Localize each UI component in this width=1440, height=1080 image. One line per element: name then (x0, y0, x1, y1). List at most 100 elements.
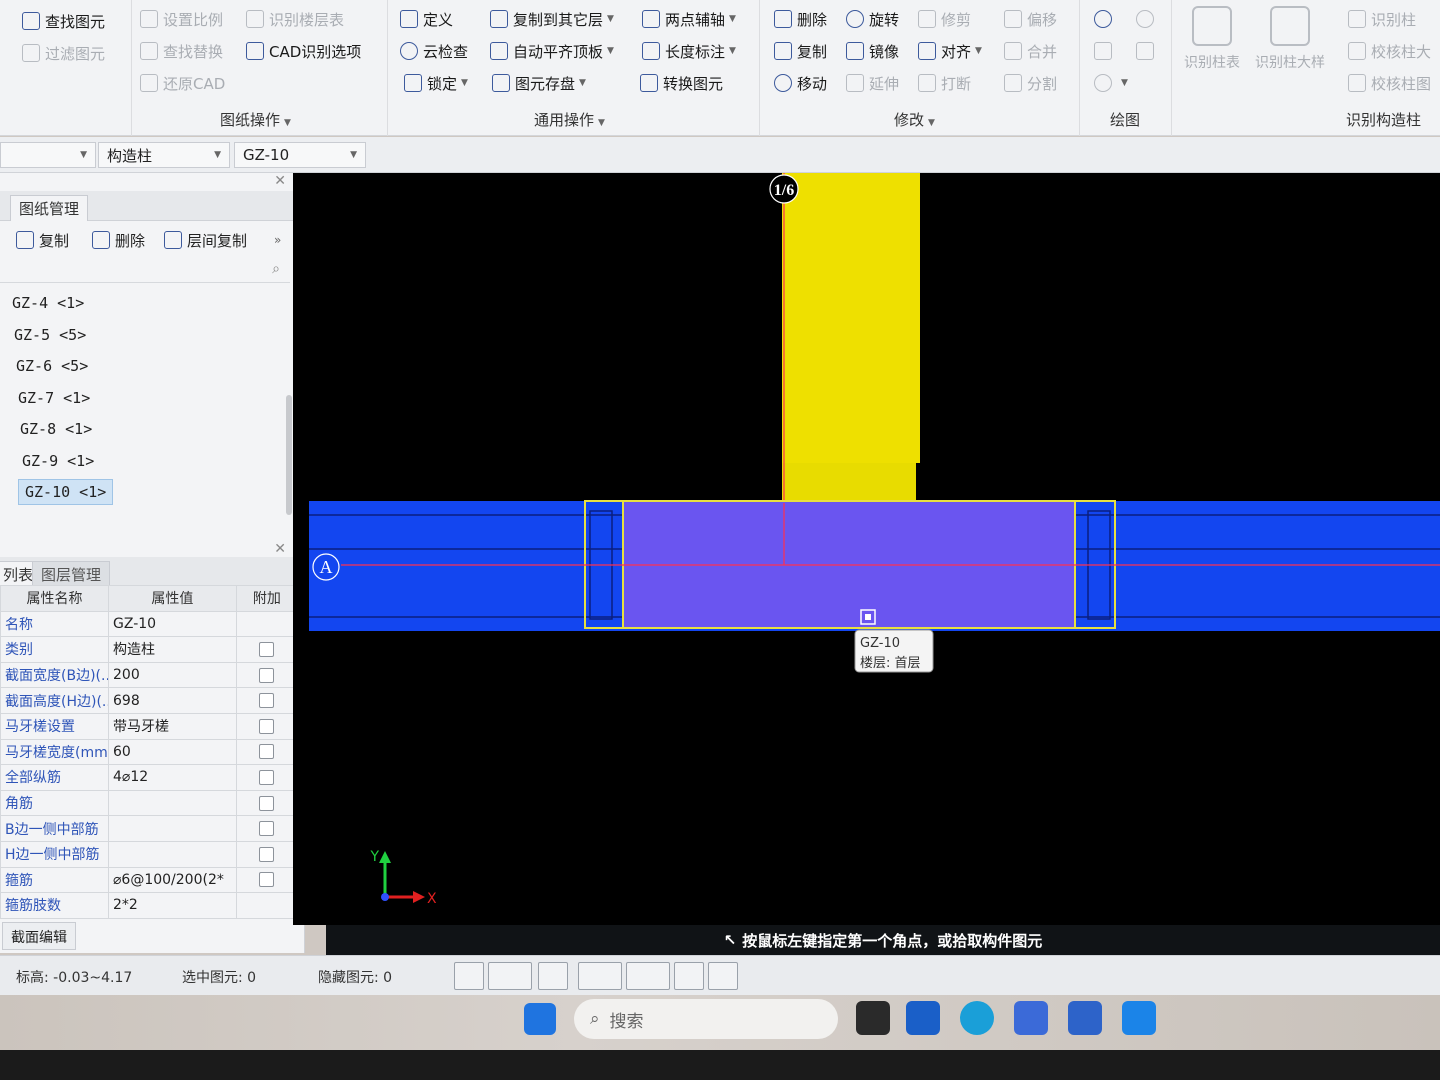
draw-circle-button[interactable] (1136, 6, 1159, 32)
delete-button[interactable]: 删除 (774, 6, 827, 32)
align-button[interactable]: 对齐 ▼ (918, 38, 982, 64)
recognize-column-table-button[interactable]: 识别柱表 (1176, 4, 1248, 80)
list-item[interactable]: GZ-8 <1> (14, 417, 98, 443)
trim-button[interactable]: 修剪 (918, 6, 971, 32)
cad-app-icon[interactable] (1014, 1001, 1048, 1035)
mirror-button[interactable]: 镜像 (846, 38, 899, 64)
snap-icon[interactable] (488, 962, 532, 990)
offset-button[interactable]: 偏移 (1004, 6, 1057, 32)
task-view-icon[interactable] (856, 1001, 890, 1035)
save-elements-button[interactable]: 图元存盘 ▼ (492, 70, 586, 96)
ortho-icon[interactable] (454, 962, 484, 990)
set-scale-button[interactable]: 设置比例 (140, 6, 223, 32)
lock-button[interactable]: 锁定 ▼ (404, 70, 468, 96)
list-item[interactable]: GZ-6 <5> (10, 354, 94, 380)
copy-drawing-button[interactable]: 复制 (16, 227, 69, 253)
floor-copy-button[interactable]: 层间复制 (164, 227, 247, 253)
list-item-selected[interactable]: GZ-10 <1> (18, 479, 114, 505)
two-point-axis-button[interactable]: 两点辅轴 ▼ (642, 6, 736, 32)
group-title-common[interactable]: 通用操作 ▼ (534, 109, 605, 130)
cloud-check-button[interactable]: 云检查 (400, 38, 468, 64)
extend-button[interactable]: 延伸 (846, 70, 899, 96)
cad-options-button[interactable]: CAD识别选项 (246, 38, 361, 64)
select-mode-icon[interactable] (674, 962, 704, 990)
add-checkbox[interactable] (259, 693, 275, 709)
draw-line-button[interactable] (1094, 38, 1117, 64)
close-icon[interactable]: ✕ (274, 541, 286, 557)
drawing-search[interactable]: ⌕ (0, 261, 290, 283)
restore-cad-button[interactable]: 还原CAD (140, 70, 225, 96)
list-item[interactable]: GZ-9 <1> (16, 449, 100, 475)
auto-align-slab-button[interactable]: 自动平齐顶板 ▼ (490, 38, 614, 64)
yellow-beam[interactable] (782, 173, 920, 463)
prop-value[interactable]: ⌀6@100/200(2* (108, 866, 237, 894)
recognize-column-detail-button[interactable]: 识别柱大样 (1254, 4, 1326, 80)
prop-value[interactable]: GZ-10 (108, 610, 237, 638)
prop-value[interactable]: 200 (108, 661, 237, 689)
prop-value[interactable] (108, 815, 237, 842)
recognize-column-button[interactable]: 识别柱 (1348, 6, 1416, 32)
t-app-icon[interactable] (1122, 1001, 1156, 1035)
delete-drawing-button[interactable]: 删除 (92, 227, 145, 253)
angle-icon[interactable] (578, 962, 622, 990)
prop-value[interactable]: 4⌀12 (108, 764, 237, 791)
dynamic-input-icon[interactable] (626, 962, 670, 990)
add-checkbox[interactable] (259, 744, 275, 760)
edge-icon[interactable] (960, 1001, 994, 1035)
prop-value[interactable] (108, 840, 237, 868)
find-replace-button[interactable]: 查找替换 (140, 38, 223, 64)
prop-value[interactable]: 60 (108, 738, 237, 766)
check-column-drawing-button[interactable]: 校核柱图 (1348, 70, 1431, 96)
merge-button[interactable]: 合并 (1004, 38, 1057, 64)
tab-layer-management[interactable]: 图层管理 (32, 561, 111, 587)
move-button[interactable]: 移动 (774, 70, 827, 96)
add-checkbox[interactable] (259, 769, 275, 785)
add-checkbox[interactable] (259, 667, 275, 683)
check-column-detail-button[interactable]: 校核柱大 (1348, 38, 1431, 64)
store-icon[interactable] (906, 1001, 940, 1035)
prop-value[interactable]: 带马牙槎 (108, 712, 237, 740)
add-checkbox[interactable] (259, 641, 275, 657)
recognize-floor-table-button[interactable]: 识别楼层表 (246, 6, 344, 32)
cancel-snap-icon[interactable] (538, 962, 568, 990)
element-type-select[interactable]: 构造柱 ▼ (98, 142, 230, 168)
group-title-modify[interactable]: 修改 ▼ (894, 109, 935, 130)
arc-mode-icon[interactable] (708, 962, 738, 990)
add-checkbox[interactable] (259, 821, 275, 837)
convert-element-button[interactable]: 转换图元 (640, 70, 723, 96)
close-icon[interactable]: ✕ (274, 173, 286, 189)
draw-point-button[interactable] (1094, 6, 1117, 32)
split-button[interactable]: 分割 (1004, 70, 1057, 96)
prop-value[interactable]: 2*2 (108, 892, 237, 919)
list-item[interactable]: GZ-4 <1> (6, 291, 90, 317)
copy-to-floor-button[interactable]: 复制到其它层 ▼ (490, 6, 614, 32)
prop-value[interactable] (108, 789, 237, 817)
copy-button[interactable]: 复制 (774, 38, 827, 64)
more-icon[interactable]: » (274, 227, 281, 253)
list-item[interactable]: GZ-7 <1> (12, 386, 96, 412)
draw-arc-button[interactable]: ▼ (1094, 70, 1128, 96)
add-checkbox[interactable] (259, 795, 275, 811)
layer-select[interactable]: ▼ (0, 142, 96, 168)
group-title-drawing[interactable]: 图纸操作 ▼ (220, 109, 291, 130)
section-edit-button[interactable]: 截面编辑 (2, 922, 76, 950)
filter-element-button[interactable]: 过滤图元 (22, 40, 105, 66)
list-item[interactable]: GZ-5 <5> (8, 323, 92, 349)
find-element-button[interactable]: 查找图元 (22, 8, 105, 34)
add-checkbox[interactable] (259, 872, 275, 888)
add-checkbox[interactable] (259, 718, 275, 734)
windows-start-icon[interactable] (524, 1003, 556, 1035)
length-dimension-button[interactable]: 长度标注 ▼ (642, 38, 736, 64)
define-button[interactable]: 定义 (400, 6, 453, 32)
taskbar-search[interactable]: ⌕ 搜索 (574, 999, 838, 1039)
rotate-button[interactable]: 旋转 (846, 6, 899, 32)
draw-rect-button[interactable] (1136, 38, 1159, 64)
gtj-app-icon[interactable] (1068, 1001, 1102, 1035)
prop-value[interactable]: 构造柱 (108, 636, 237, 663)
add-checkbox[interactable] (259, 846, 275, 862)
break-button[interactable]: 打断 (918, 70, 971, 96)
element-name-select[interactable]: GZ-10 ▼ (234, 142, 366, 168)
drawing-canvas[interactable]: A 1/6 GZ-10 楼层: 首层 Y X (293, 173, 1440, 925)
tab-drawing-management[interactable]: 图纸管理 (10, 195, 89, 221)
prop-value[interactable]: 698 (108, 687, 237, 714)
